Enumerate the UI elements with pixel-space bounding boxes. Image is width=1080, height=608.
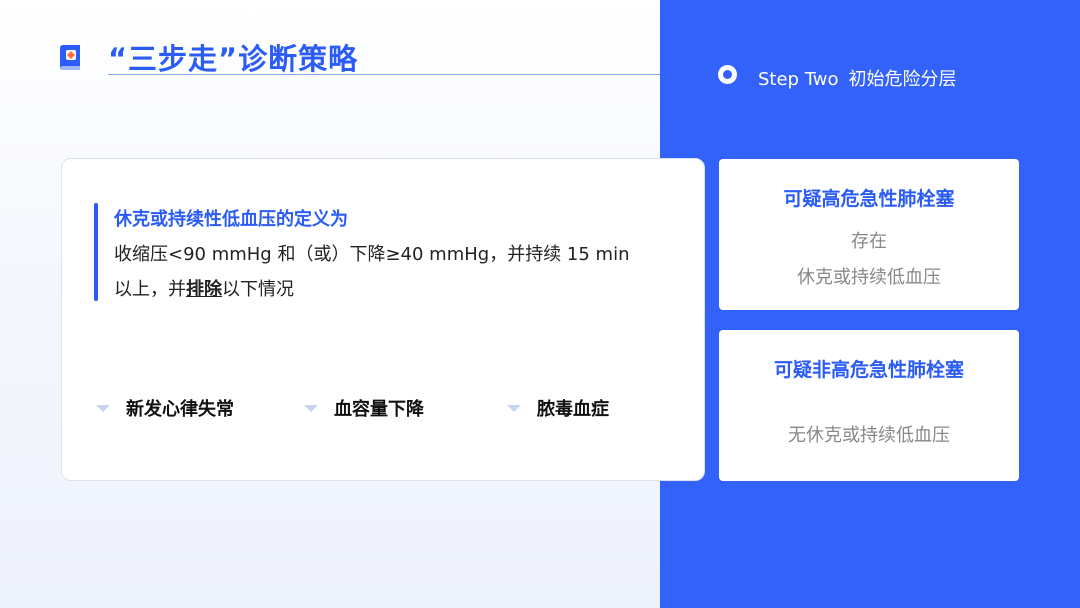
step-name: 初始危险分层: [848, 69, 957, 90]
exclusion-label: 血容量下降: [334, 399, 424, 420]
triangle-down-icon: [96, 404, 110, 412]
high-risk-card: 可疑高危急性肺栓塞 存在 休克或持续低血压: [719, 159, 1019, 310]
definition-title: 休克或持续性低血压的定义为: [114, 209, 348, 230]
triangle-down-icon: [507, 404, 521, 412]
triangle-down-icon: [304, 404, 318, 412]
definition-line-1: 收缩压<90 mmHg 和（或）下降≥40 mmHg，并持续 15 min: [114, 244, 630, 265]
non-high-risk-card: 可疑非高危急性肺栓塞 无休克或持续低血压: [719, 330, 1019, 481]
definition-card: 休克或持续性低血压的定义为 收缩压<90 mmHg 和（或）下降≥40 mmHg…: [61, 158, 705, 481]
accent-bar: [94, 203, 98, 301]
exclusion-item: 脓毒血症: [507, 395, 609, 421]
title-underline: [108, 74, 660, 75]
high-risk-line-2: 休克或持续低血压: [797, 267, 941, 288]
definition-line-2-prefix: 以上，并: [114, 279, 186, 300]
exclusion-item: 新发心律失常: [96, 395, 234, 421]
exclusion-label: 新发心律失常: [126, 399, 234, 420]
exclusion-label: 脓毒血症: [537, 399, 609, 420]
medical-book-logo: [60, 45, 80, 70]
step-number: Step Two: [758, 69, 839, 90]
definition-body: 收缩压<90 mmHg 和（或）下降≥40 mmHg，并持续 15 min 以上…: [114, 237, 674, 307]
step-indicator: Step Two 初始危险分层: [758, 65, 956, 91]
non-high-risk-title: 可疑非高危急性肺栓塞: [773, 359, 964, 381]
exclusion-item: 血容量下降: [304, 395, 424, 421]
definition-emphasis: 排除: [186, 279, 222, 300]
high-risk-line-1: 存在: [851, 231, 887, 252]
radio-dot-icon: [718, 65, 737, 84]
high-risk-title: 可疑高危急性肺栓塞: [783, 188, 955, 210]
definition-line-2-suffix: 以下情况: [222, 279, 294, 300]
non-high-risk-line-1: 无休克或持续低血压: [788, 425, 950, 446]
definition-line-2: 以上，并排除以下情况: [114, 272, 674, 307]
page-title: “三步走”诊断策略: [108, 42, 359, 76]
